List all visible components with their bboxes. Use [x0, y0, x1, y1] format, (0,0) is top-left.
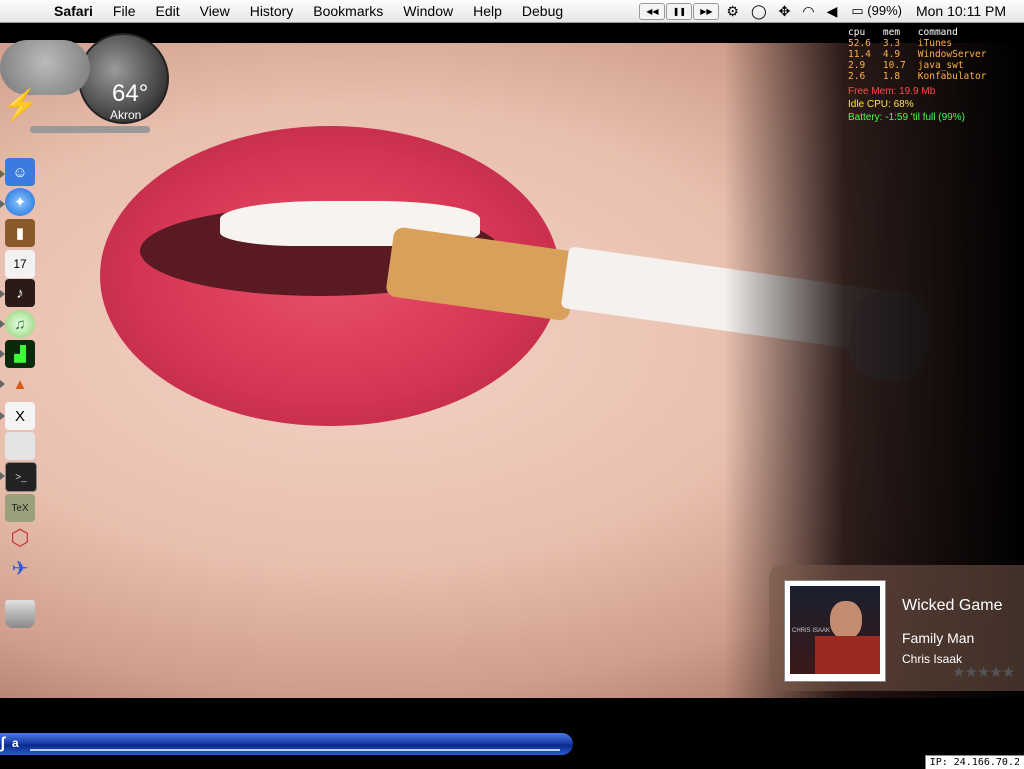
stats-header-mem: mem: [882, 27, 901, 38]
weather-widget[interactable]: ⚡ 64° Akron: [0, 28, 169, 133]
system-stats-widget: cpu mem command 52.6 3.3 iTunes 11.4 4.9…: [848, 27, 998, 82]
launcher-divider: [30, 749, 560, 751]
process-row: 52.6 3.3 iTunes: [848, 38, 998, 49]
process-command: java_swt: [917, 60, 964, 71]
track-rating-stars[interactable]: ★★★★★: [952, 663, 1015, 681]
free-memory: Free Mem: 19.9 Mb: [848, 86, 936, 97]
process-row: 2.6 1.8 Konfabulator: [848, 71, 998, 82]
x11-icon[interactable]: X: [5, 402, 35, 430]
previous-track-icon[interactable]: ◀◀: [639, 2, 666, 20]
move-arrows-icon[interactable]: ✥: [779, 3, 791, 20]
launcher-label: a: [12, 736, 19, 750]
matlab-icon[interactable]: ▲: [5, 370, 35, 398]
ical-icon[interactable]: 17: [5, 250, 35, 278]
battery-icon: ▭: [851, 3, 864, 18]
process-mem: 1.8: [882, 71, 901, 82]
album-art-face: [830, 601, 862, 639]
album-art-icon[interactable]: ♪: [5, 279, 35, 307]
ip-address: IP: 24.166.70.2: [924, 755, 1024, 769]
menu-file[interactable]: File: [103, 3, 146, 19]
cube-icon[interactable]: ⬡: [5, 524, 35, 552]
system-info: Free Mem: 19.9 Mb Idle CPU: 68% Battery:…: [848, 85, 965, 124]
process-command: Konfabulator: [917, 71, 987, 82]
menu-history[interactable]: History: [240, 3, 304, 19]
circle-icon[interactable]: ◯: [751, 3, 767, 20]
lightning-icon: ⚡: [2, 89, 40, 122]
menu-help[interactable]: Help: [463, 3, 512, 19]
menu-edit[interactable]: Edit: [145, 3, 189, 19]
track-title: Wicked Game: [902, 597, 1003, 614]
album-art-text: CHRIS ISAAK: [792, 628, 831, 634]
process-command: WindowServer: [917, 49, 987, 60]
storm-cloud-icon: [0, 40, 90, 95]
itunes-icon[interactable]: ♫: [5, 310, 35, 338]
track-album: Family Man: [902, 630, 975, 646]
menu-view[interactable]: View: [190, 3, 240, 19]
address-book-icon[interactable]: ▮: [5, 219, 35, 247]
pause-icon[interactable]: ❚❚: [666, 2, 693, 20]
process-mem: 4.9: [882, 49, 901, 60]
process-cpu: 2.6: [848, 71, 866, 82]
wifi-icon[interactable]: ◠: [802, 3, 814, 20]
gear-icon[interactable]: ⚙: [726, 3, 739, 20]
launcher-bar[interactable]: ʃ a: [0, 733, 573, 755]
finder-icon[interactable]: ☺: [5, 158, 35, 186]
safari-icon[interactable]: ✦: [5, 188, 35, 216]
process-mem: 3.3: [882, 38, 901, 49]
activity-monitor-icon[interactable]: ▟: [5, 340, 35, 368]
process-cpu: 2.9: [848, 60, 866, 71]
clock[interactable]: Mon 10:11 PM: [916, 3, 1006, 19]
weather-city: Akron: [110, 108, 142, 122]
battery-info: Battery: -1:59 'til full (99%): [848, 112, 965, 123]
tex-icon[interactable]: TeX: [5, 494, 35, 522]
stats-header-cpu: cpu: [848, 27, 866, 38]
process-row: 11.4 4.9 WindowServer: [848, 49, 998, 60]
album-art-coat: [815, 636, 880, 674]
menu-debug[interactable]: Debug: [512, 3, 573, 19]
menu-app-safari[interactable]: Safari: [44, 3, 103, 19]
weather-temperature: 64°: [112, 80, 149, 107]
desktop: ⚡ 64° Akron ☺ ✦ ▮ 17 ♪ ♫ ▟ ▲ X >_ TeX ⬡ …: [0, 23, 1024, 698]
volume-icon[interactable]: ◀: [827, 3, 838, 20]
network-icon[interactable]: ✈: [5, 554, 35, 582]
menu-bar: Safari File Edit View History Bookmarks …: [0, 0, 1024, 23]
idle-cpu: Idle CPU: 68%: [848, 99, 914, 110]
terminal-icon[interactable]: >_: [5, 462, 37, 492]
menu-extras: ◀◀ ❚❚ ▶▶ ⚙ ◯ ✥ ◠ ◀ ▭ (99%) Mon 10:11 PM: [639, 0, 1024, 22]
menu-window[interactable]: Window: [393, 3, 463, 19]
system-preferences-icon[interactable]: [5, 432, 35, 460]
process-row: 2.9 10.7 java_swt: [848, 60, 998, 71]
menu-bookmarks[interactable]: Bookmarks: [303, 3, 393, 19]
stats-header-row: cpu mem command: [848, 27, 998, 38]
battery-status[interactable]: ▭ (99%): [851, 3, 902, 19]
weather-scroll-bar[interactable]: [30, 126, 150, 133]
process-mem: 10.7: [882, 60, 906, 71]
battery-percent: (99%): [867, 3, 902, 18]
launcher-logo-icon: ʃ: [0, 735, 6, 752]
trash-icon[interactable]: [5, 600, 35, 628]
stats-header-command: command: [917, 27, 958, 38]
process-command: iTunes: [917, 38, 953, 49]
process-cpu: 52.6: [848, 38, 871, 49]
album-art-image: CHRIS ISAAK: [790, 586, 880, 674]
process-cpu: 11.4: [848, 49, 871, 60]
album-art: CHRIS ISAAK: [784, 580, 886, 682]
next-track-icon[interactable]: ▶▶: [693, 2, 720, 20]
